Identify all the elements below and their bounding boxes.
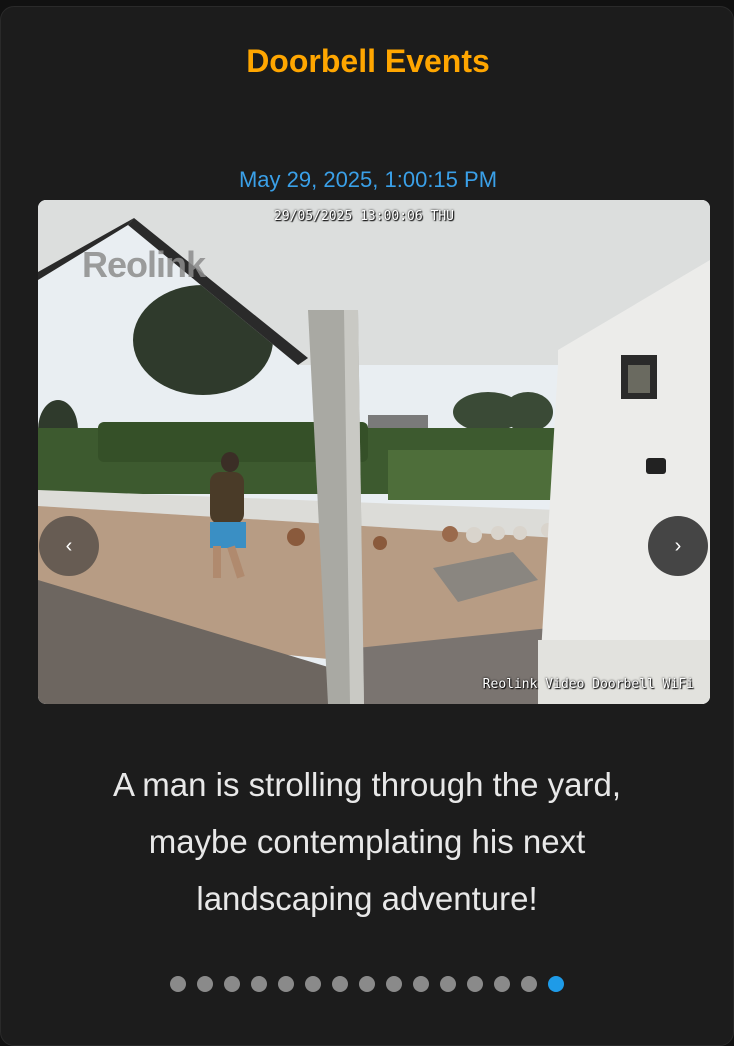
pagination-dot[interactable]: [440, 976, 456, 992]
pagination-dot[interactable]: [224, 976, 240, 992]
chevron-left-icon: ‹: [65, 534, 73, 557]
pagination-dot[interactable]: [494, 976, 510, 992]
pagination-dot[interactable]: [170, 976, 186, 992]
pagination-dot[interactable]: [251, 976, 267, 992]
reolink-watermark-logo: Reolink: [82, 244, 206, 285]
pagination-dots: [0, 976, 734, 992]
pagination-dot[interactable]: [359, 976, 375, 992]
previous-event-button[interactable]: ‹: [39, 516, 99, 576]
pagination-dot[interactable]: [278, 976, 294, 992]
card-title: Doorbell Events: [246, 43, 490, 79]
pagination-dot[interactable]: [332, 976, 348, 992]
pagination-dot[interactable]: [467, 976, 483, 992]
event-timestamp: May 29, 2025, 1:00:15 PM: [238, 167, 498, 192]
event-caption: A man is strolling through the yard, may…: [112, 766, 622, 917]
camera-osd-model: Reolink Video Doorbell WiFi: [482, 677, 694, 692]
event-snapshot-image[interactable]: Reolink 29/05/2025 13:00:06 THU Reolink …: [38, 200, 710, 704]
pagination-dot-active[interactable]: [548, 976, 564, 992]
camera-osd-timestamp: 29/05/2025 13:00:06 THU: [274, 209, 455, 224]
pagination-dot[interactable]: [521, 976, 537, 992]
next-event-button[interactable]: ›: [648, 516, 708, 576]
pagination-dot[interactable]: [305, 976, 321, 992]
pagination-dot[interactable]: [386, 976, 402, 992]
pagination-dot[interactable]: [413, 976, 429, 992]
chevron-right-icon: ›: [674, 534, 682, 557]
pagination-dot[interactable]: [197, 976, 213, 992]
